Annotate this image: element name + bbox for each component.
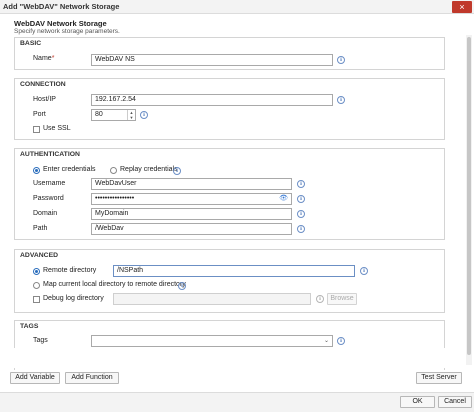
section-title-advanced: ADVANCED: [20, 252, 59, 259]
debug-log-input: [113, 293, 311, 305]
host-input[interactable]: 192.167.2.54: [91, 94, 333, 106]
username-label: Username: [33, 180, 66, 187]
close-icon[interactable]: ×: [452, 1, 472, 13]
section-title-authentication: AUTHENTICATION: [20, 151, 80, 158]
section-advanced: ADVANCED Remote directory /NSPath i Map …: [14, 249, 445, 313]
info-icon[interactable]: i: [337, 56, 345, 64]
test-server-button[interactable]: Test Server: [416, 372, 462, 384]
domain-input[interactable]: MyDomain: [91, 208, 292, 220]
scrollbar-thumb[interactable]: [467, 37, 471, 355]
path-label: Path: [33, 225, 48, 232]
cancel-button[interactable]: Cancel: [438, 396, 472, 408]
remote-directory-input[interactable]: /NSPath: [113, 265, 355, 277]
info-icon[interactable]: i: [297, 210, 305, 218]
path-input[interactable]: /WebDav: [91, 223, 292, 235]
host-label: Host/IP: [33, 96, 56, 103]
info-icon[interactable]: i: [297, 180, 305, 188]
ok-button[interactable]: OK: [400, 396, 435, 408]
info-icon[interactable]: i: [173, 167, 181, 175]
vertical-scrollbar[interactable]: [466, 35, 472, 365]
enter-credentials-label: Enter credentials: [43, 166, 96, 173]
info-icon[interactable]: i: [297, 225, 305, 233]
map-local-radio[interactable]: [33, 282, 40, 289]
section-connection: CONNECTION Host/IP 192.167.2.54 i Port 8…: [14, 78, 445, 140]
remote-directory-label: Remote directory: [43, 267, 97, 274]
port-value: 80: [95, 111, 103, 118]
password-input[interactable]: •••••••••••••••• 👁: [91, 193, 292, 205]
tags-select[interactable]: ⌄: [91, 335, 333, 347]
info-icon[interactable]: i: [178, 282, 186, 290]
info-icon[interactable]: i: [360, 267, 368, 275]
debug-log-checkbox[interactable]: [33, 296, 40, 303]
stepper-down-icon[interactable]: ▼: [128, 115, 135, 120]
enter-credentials-radio[interactable]: [33, 167, 40, 174]
use-ssl-checkbox[interactable]: [33, 126, 40, 133]
section-title-connection: CONNECTION: [20, 81, 66, 88]
add-function-button[interactable]: Add Function: [65, 372, 119, 384]
name-label: Name*: [33, 55, 55, 62]
username-input[interactable]: WebDavUser: [91, 178, 292, 190]
password-value: ••••••••••••••••: [95, 195, 135, 202]
section-basic: BASIC Name* WebDAV NS i: [14, 37, 445, 70]
port-label: Port: [33, 111, 46, 118]
chevron-down-icon[interactable]: ⌄: [324, 336, 329, 346]
name-input[interactable]: WebDAV NS: [91, 54, 333, 66]
title-bar: Add "WebDAV" Network Storage ×: [0, 0, 474, 14]
section-authentication: AUTHENTICATION Enter credentials Replay …: [14, 148, 445, 240]
info-icon[interactable]: i: [297, 195, 305, 203]
port-input[interactable]: 80 ▲ ▼: [91, 109, 136, 121]
info-icon[interactable]: i: [337, 96, 345, 104]
browse-button: Browse: [327, 293, 357, 305]
page-title: WebDAV Network Storage: [14, 19, 107, 28]
dialog-button-bar: OK Cancel: [0, 393, 474, 412]
tags-label: Tags: [33, 337, 48, 344]
debug-log-label: Debug log directory: [43, 295, 104, 302]
add-variable-button[interactable]: Add Variable: [10, 372, 60, 384]
domain-label: Domain: [33, 210, 58, 217]
info-icon: i: [316, 295, 324, 303]
section-title-tags: TAGS: [20, 323, 39, 330]
password-label: Password: [33, 195, 64, 202]
replay-credentials-radio[interactable]: [110, 167, 117, 174]
section-title-basic: BASIC: [20, 40, 42, 47]
scroll-fade: [0, 348, 474, 368]
remote-directory-radio[interactable]: [33, 268, 40, 275]
use-ssl-label: Use SSL: [43, 125, 71, 132]
replay-credentials-label: Replay credentials: [120, 166, 178, 173]
port-stepper[interactable]: ▲ ▼: [127, 110, 135, 120]
page-subtitle: Specify network storage parameters.: [14, 28, 120, 35]
map-local-label: Map current local directory to remote di…: [43, 281, 186, 288]
show-password-eye-icon[interactable]: 👁: [279, 194, 288, 204]
info-icon[interactable]: i: [337, 337, 345, 345]
info-icon[interactable]: i: [140, 111, 148, 119]
window-title: Add "WebDAV" Network Storage: [3, 2, 120, 11]
